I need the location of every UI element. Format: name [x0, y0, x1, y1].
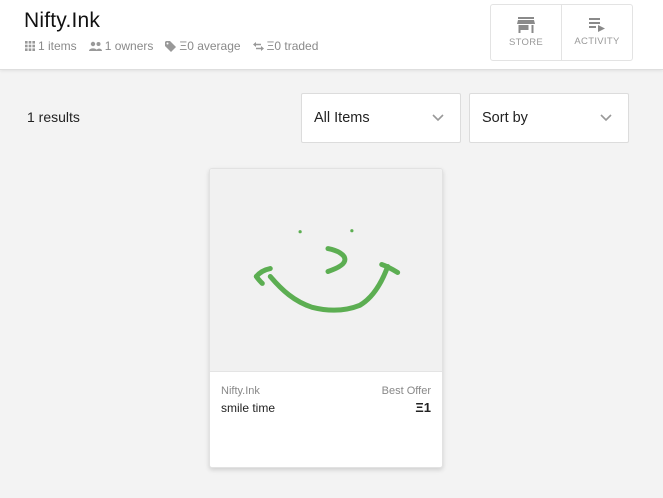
- chevron-down-icon: [432, 114, 444, 122]
- items-filter-value: All Items: [314, 110, 370, 126]
- tag-icon: [165, 40, 177, 52]
- stat-traded-text: Ξ0 traded: [266, 39, 319, 53]
- nav-group: STORE ACTIVITY: [490, 4, 633, 61]
- activity-label: ACTIVITY: [574, 36, 620, 47]
- store-label: STORE: [508, 37, 544, 48]
- sort-select[interactable]: Sort by: [469, 93, 629, 143]
- card-body: Nifty.Ink smile time Best Offer Ξ1: [210, 372, 442, 467]
- card-price: Ξ1: [415, 400, 431, 415]
- results-count: 1 results: [27, 109, 80, 125]
- swap-icon: [252, 41, 264, 51]
- stat-average: Ξ0 average: [165, 39, 241, 53]
- card-offer-label: Best Offer: [381, 385, 431, 397]
- stat-owners-text: 1 owners: [104, 39, 154, 53]
- items-filter-select[interactable]: All Items: [301, 93, 461, 143]
- app-title[interactable]: Nifty.Ink: [24, 9, 100, 33]
- activity-button[interactable]: ACTIVITY: [561, 5, 632, 60]
- stat-average-text: Ξ0 average: [179, 39, 241, 53]
- people-icon: [88, 41, 102, 51]
- stat-items: 1 items: [25, 39, 77, 53]
- stat-traded: Ξ0 traded: [252, 39, 319, 53]
- grid-icon: [25, 41, 35, 51]
- store-button[interactable]: STORE: [491, 5, 561, 60]
- sort-value: Sort by: [482, 110, 528, 126]
- playlist-icon: [589, 18, 605, 32]
- stat-owners: 1 owners: [88, 39, 154, 53]
- ink-card[interactable]: Nifty.Ink smile time Best Offer Ξ1: [209, 168, 443, 468]
- store-icon: [517, 17, 535, 33]
- stats-bar: 1 items 1 owners Ξ0 average Ξ0 traded: [25, 39, 330, 53]
- card-collection: Nifty.Ink: [221, 385, 260, 397]
- chevron-down-icon: [600, 114, 612, 122]
- stat-items-text: 1 items: [38, 39, 77, 53]
- ink-drawing-image[interactable]: [210, 169, 442, 372]
- card-name: smile time: [221, 401, 276, 415]
- header: Nifty.Ink 1 items 1 owners Ξ0 average Ξ0…: [0, 0, 663, 70]
